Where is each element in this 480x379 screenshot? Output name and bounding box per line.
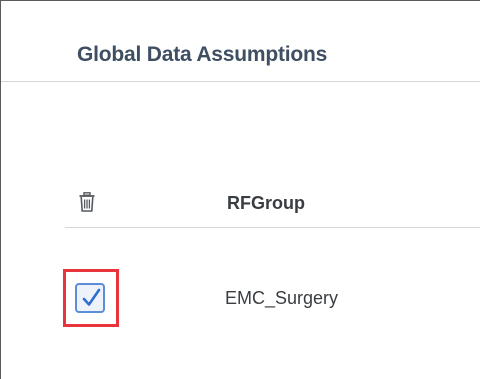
row-select-checkbox[interactable] (75, 283, 105, 313)
title-divider (1, 81, 480, 82)
table-row[interactable]: EMC_Surgery (63, 269, 480, 329)
checkmark-icon (82, 288, 101, 306)
column-header-rfgroup[interactable]: RFGroup (227, 193, 305, 214)
panel: Global Data Assumptions RFGroup EMC_Surg… (0, 0, 480, 379)
trash-icon[interactable] (78, 192, 96, 212)
table-header-row: RFGroup (65, 183, 480, 228)
page-title: Global Data Assumptions (77, 43, 328, 66)
rfgroup-cell: EMC_Surgery (225, 288, 339, 308)
